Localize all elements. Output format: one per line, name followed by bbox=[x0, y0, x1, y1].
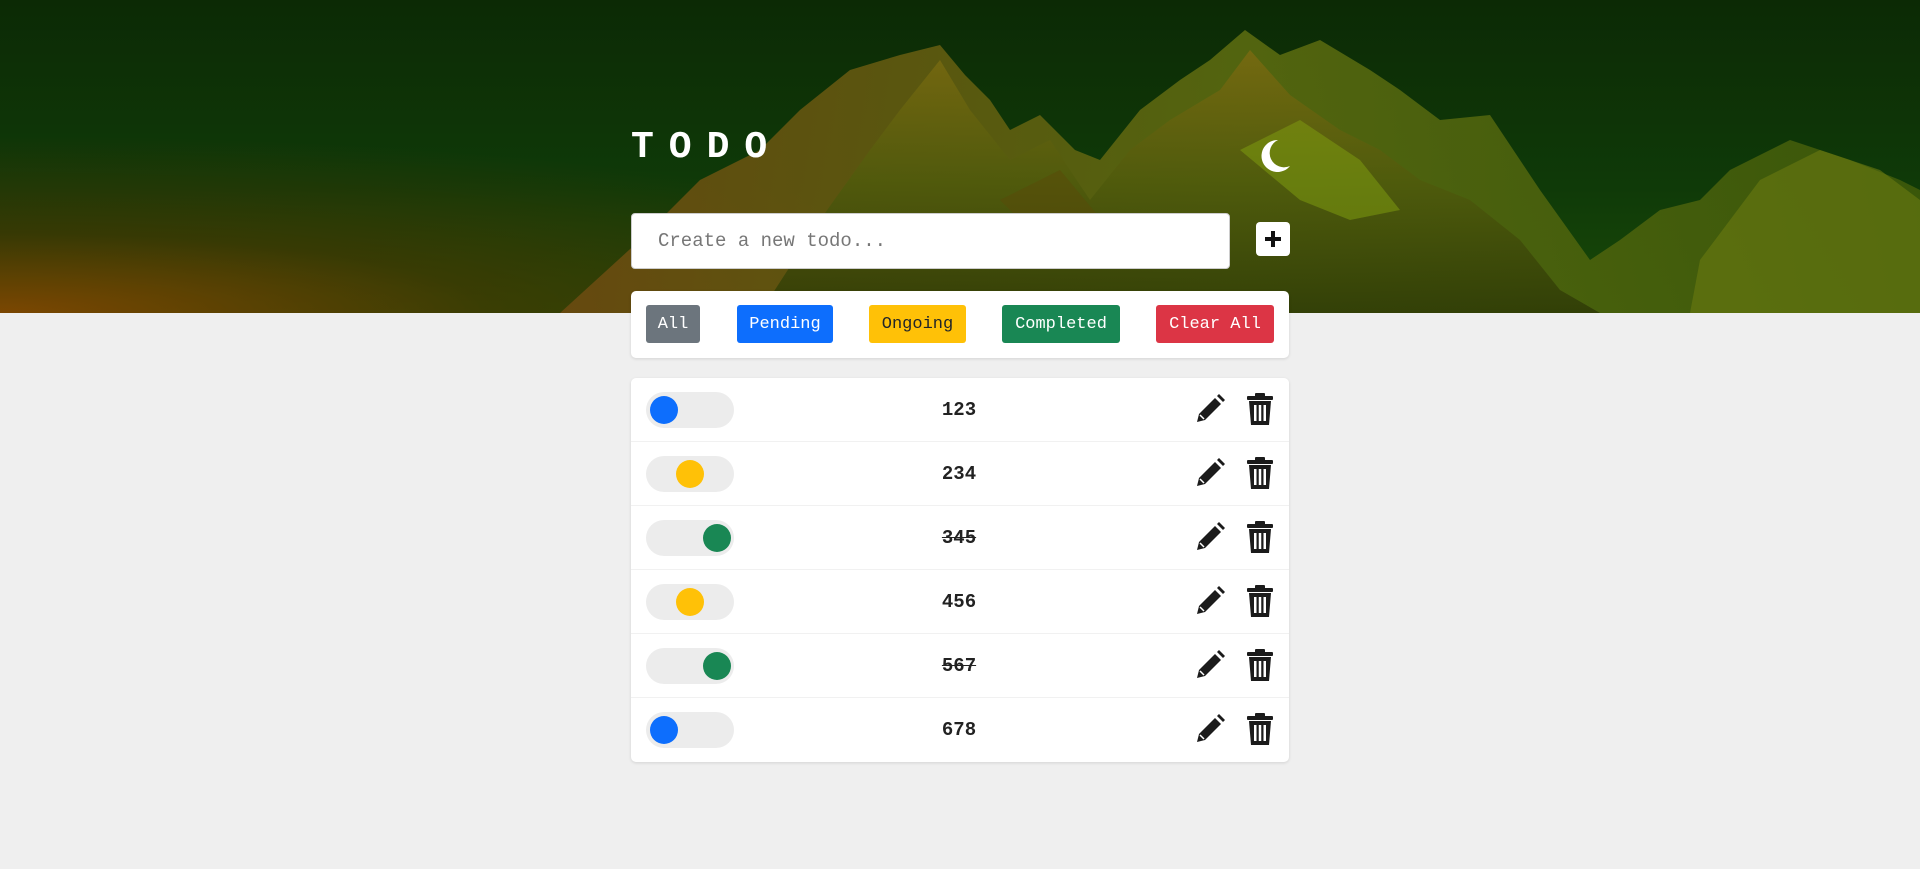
pencil-icon bbox=[1197, 586, 1225, 614]
status-toggle[interactable] bbox=[646, 712, 734, 748]
clear-all-button[interactable]: Clear All bbox=[1156, 305, 1274, 343]
theme-toggle-button[interactable] bbox=[1256, 136, 1292, 176]
status-toggle-knob bbox=[703, 524, 731, 552]
moon-icon bbox=[1261, 139, 1290, 172]
todo-item: 678 bbox=[631, 698, 1289, 762]
trash-icon bbox=[1247, 521, 1273, 553]
delete-todo-button[interactable] bbox=[1245, 648, 1275, 682]
todo-text: 234 bbox=[941, 463, 977, 485]
trash-icon bbox=[1247, 393, 1273, 425]
delete-todo-button[interactable] bbox=[1245, 584, 1275, 618]
status-toggle-knob bbox=[703, 652, 731, 680]
status-toggle-knob bbox=[676, 588, 704, 616]
filter-completed-button[interactable]: Completed bbox=[1002, 305, 1120, 343]
todo-item: 123 bbox=[631, 378, 1289, 442]
filter-all-button[interactable]: All bbox=[646, 305, 700, 343]
add-todo-button[interactable] bbox=[1256, 222, 1290, 256]
todo-item: 456 bbox=[631, 570, 1289, 634]
todo-text: 123 bbox=[941, 399, 977, 421]
plus-icon bbox=[1265, 231, 1281, 247]
trash-icon bbox=[1247, 457, 1273, 489]
edit-todo-button[interactable] bbox=[1193, 392, 1227, 426]
todo-item: 234 bbox=[631, 442, 1289, 506]
app-title: TODO bbox=[631, 126, 783, 169]
edit-todo-button[interactable] bbox=[1193, 584, 1227, 618]
delete-todo-button[interactable] bbox=[1245, 520, 1275, 554]
status-toggle[interactable] bbox=[646, 456, 734, 492]
pencil-icon bbox=[1197, 714, 1225, 742]
delete-todo-button[interactable] bbox=[1245, 456, 1275, 490]
pencil-icon bbox=[1197, 522, 1225, 550]
pencil-icon bbox=[1197, 394, 1225, 422]
edit-todo-button[interactable] bbox=[1193, 456, 1227, 490]
filter-pending-button[interactable]: Pending bbox=[737, 305, 833, 343]
status-toggle-knob bbox=[676, 460, 704, 488]
status-toggle[interactable] bbox=[646, 648, 734, 684]
todo-item: 567 bbox=[631, 634, 1289, 698]
edit-todo-button[interactable] bbox=[1193, 648, 1227, 682]
todo-text: 345 bbox=[941, 527, 977, 549]
status-toggle[interactable] bbox=[646, 584, 734, 620]
todo-item: 345 bbox=[631, 506, 1289, 570]
status-toggle-knob bbox=[650, 716, 678, 744]
todo-text: 456 bbox=[941, 591, 977, 613]
todo-text: 678 bbox=[941, 719, 977, 741]
status-toggle[interactable] bbox=[646, 392, 734, 428]
edit-todo-button[interactable] bbox=[1193, 712, 1227, 746]
edit-todo-button[interactable] bbox=[1193, 520, 1227, 554]
new-todo-input[interactable] bbox=[631, 213, 1230, 269]
filter-ongoing-button[interactable]: Ongoing bbox=[869, 305, 966, 343]
pencil-icon bbox=[1197, 458, 1225, 486]
trash-icon bbox=[1247, 713, 1273, 745]
todo-list: 123 234 345 456 567 678 bbox=[631, 378, 1289, 762]
filter-bar: All Pending Ongoing Completed Clear All bbox=[631, 291, 1289, 358]
trash-icon bbox=[1247, 649, 1273, 681]
todo-text: 567 bbox=[941, 655, 977, 677]
status-toggle-knob bbox=[650, 396, 678, 424]
delete-todo-button[interactable] bbox=[1245, 392, 1275, 426]
trash-icon bbox=[1247, 585, 1273, 617]
pencil-icon bbox=[1197, 650, 1225, 678]
delete-todo-button[interactable] bbox=[1245, 712, 1275, 746]
status-toggle[interactable] bbox=[646, 520, 734, 556]
